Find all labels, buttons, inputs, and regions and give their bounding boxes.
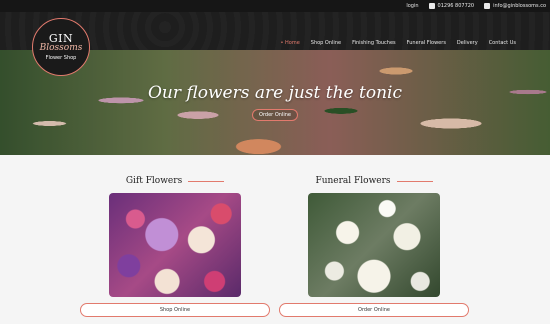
logo-line1: GIN bbox=[48, 31, 74, 45]
funeral-flowers-image[interactable] bbox=[308, 193, 440, 297]
menu-item-funeral-flowers[interactable]: Funeral Flowers bbox=[407, 40, 446, 46]
logo[interactable]: GIN Blossoms Flower Shop bbox=[32, 18, 90, 76]
menu-item-finishing-touches[interactable]: Finishing Touches bbox=[352, 40, 396, 46]
menu-item-delivery[interactable]: Delivery bbox=[457, 40, 478, 46]
menu-item-shop-online[interactable]: Shop Online bbox=[311, 40, 341, 46]
card-title-funeral: Funeral Flowers bbox=[279, 175, 469, 187]
title-rule bbox=[188, 180, 225, 182]
phone-icon bbox=[428, 3, 435, 9]
hero-tagline: Our flowers are just the tonic bbox=[148, 83, 402, 103]
shop-online-button[interactable]: Shop Online bbox=[80, 303, 270, 317]
email-address[interactable]: info@ginblossoms.co bbox=[493, 3, 546, 9]
logo-line2: Blossoms bbox=[39, 42, 83, 53]
login-label[interactable]: login bbox=[406, 3, 418, 9]
card-title-gift: Gift Flowers bbox=[80, 175, 270, 187]
title-rule bbox=[396, 180, 433, 182]
gift-flowers-image[interactable] bbox=[109, 193, 241, 297]
login-link[interactable]: login bbox=[406, 3, 418, 9]
card-title-text: Funeral Flowers bbox=[315, 176, 391, 186]
menu-item-contact-us[interactable]: Contact Us bbox=[489, 40, 516, 46]
email-item[interactable]: info@ginblossoms.co bbox=[484, 3, 546, 9]
gift-flowers-card: Gift Flowers Shop Online bbox=[80, 175, 270, 317]
order-online-button[interactable]: Order Online bbox=[252, 109, 298, 121]
order-online-card-button[interactable]: Order Online bbox=[279, 303, 469, 317]
phone-number[interactable]: 01296 807720 bbox=[438, 3, 475, 9]
phone-item[interactable]: 01296 807720 bbox=[428, 3, 475, 9]
logo-line3: Flower Shop bbox=[45, 54, 77, 61]
top-bar: login 01296 807720 info@ginblossoms.co bbox=[0, 0, 550, 12]
menu-item-home[interactable]: Home bbox=[280, 40, 300, 46]
email-icon bbox=[484, 3, 491, 9]
funeral-flowers-card: Funeral Flowers Order Online bbox=[279, 175, 469, 317]
card-title-text: Gift Flowers bbox=[125, 176, 183, 186]
